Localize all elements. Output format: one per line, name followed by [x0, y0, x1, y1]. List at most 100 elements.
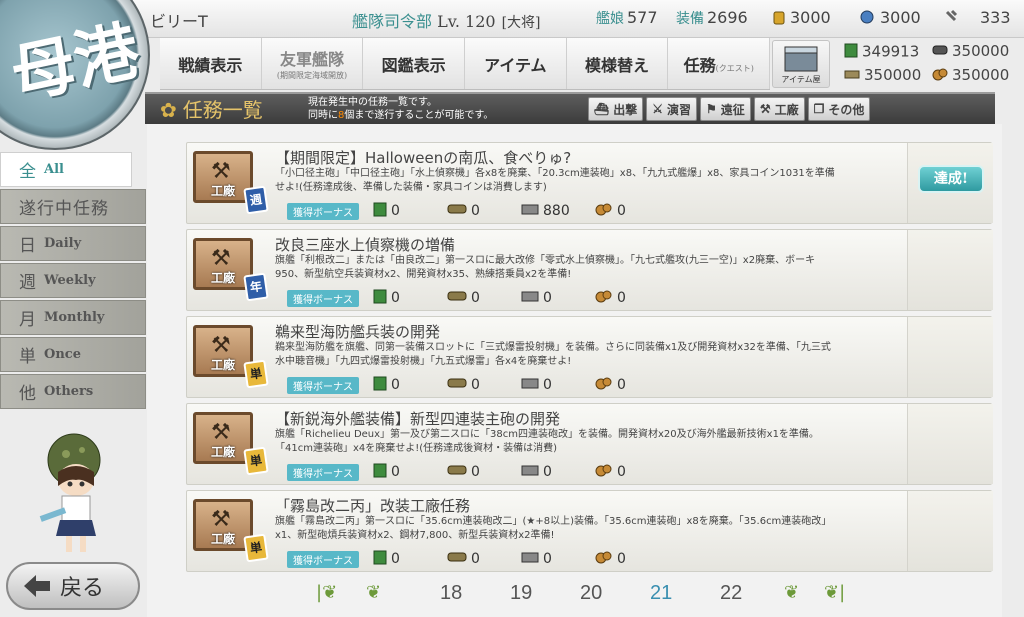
- fuel-count: 349913: [844, 42, 919, 62]
- expedition-icon: ⚑: [706, 102, 717, 116]
- screw-count: 333: [944, 8, 1011, 29]
- tab-others[interactable]: 他 Others: [0, 374, 146, 409]
- page-21[interactable]: 21: [650, 582, 672, 605]
- bauxite-icon: [595, 376, 613, 394]
- quest-row[interactable]: ⚒ 工廠 週 【期間限定】Halloweenの南瓜、食べりゅ? 「小口径主砲」「中…: [186, 142, 993, 224]
- nav-quests[interactable]: 任務(クエスト): [668, 38, 771, 89]
- page-18[interactable]: 18: [440, 582, 462, 605]
- steel-icon: [521, 463, 539, 481]
- tab-ongoing[interactable]: 遂行中任務: [0, 189, 146, 224]
- quest-description: 旗艦「Richelieu Deux」第一及び第二スロに「38cm四連装砲改」を装…: [275, 429, 819, 454]
- quest-row[interactable]: ⚒ 工廠 単 「霧島改二丙」改装工廠任務 旗艦「霧島改二丙」第一スロに「35.6c…: [186, 490, 993, 572]
- filter-expedition[interactable]: ⚑ 遠征: [700, 97, 751, 121]
- filter-exercise[interactable]: ⚔ 演習: [646, 97, 698, 121]
- nav-record[interactable]: 戦績表示: [160, 38, 262, 89]
- first-page-icon[interactable]: |❦: [316, 582, 337, 603]
- devmat-count: 3000: [858, 8, 921, 29]
- reward-bauxite: 0: [595, 550, 665, 568]
- ammo-icon: [447, 464, 467, 480]
- nav-furniture[interactable]: 模様替え: [567, 38, 669, 89]
- book-icon: ❐: [813, 102, 825, 116]
- quest-rewards: 獲得ボーナス 0 0 0 0: [287, 375, 665, 395]
- quest-rewards: 獲得ボーナス 0 0 880 0: [287, 201, 665, 221]
- quest-type-badge: 年: [243, 272, 269, 302]
- quest-description: 旗艦「利根改二」または「由良改二」第一スロに最大改修「零式水上偵察機」。「九七式…: [275, 255, 816, 280]
- reward-bauxite: 0: [595, 289, 665, 307]
- fuel-icon: [844, 42, 858, 62]
- item-shop-button[interactable]: アイテム屋: [772, 40, 830, 88]
- quest-title: 「霧島改二丙」改装工廠任務: [275, 497, 471, 515]
- bonus-label: 獲得ボーナス: [287, 550, 359, 568]
- quest-description: 鵜来型海防艦を旗艦、同第一装備スロットに「三式爆雷投射機」を装備。さらに同装備x…: [275, 342, 831, 367]
- tab-daily[interactable]: 日 Daily: [0, 226, 146, 261]
- quest-row[interactable]: ⚒ 工廠 単 【新鋭海外艦装備】新型四連装主砲の開発 旗艦「Richelieu D…: [186, 403, 993, 485]
- quest-title: 鵜来型海防艦兵装の開発: [275, 323, 441, 341]
- bauxite-icon: [595, 463, 613, 481]
- ship-icon: ⛴: [594, 102, 610, 116]
- quest-description: 「小口径主砲」「中口径主砲」「水上偵察機」各x8を廃棄、「20.3cm連装砲」x…: [275, 168, 835, 193]
- page-title: ✿ 任務一覧: [160, 98, 263, 122]
- ammo-count: 350000: [932, 42, 1009, 61]
- quest-row[interactable]: ⚒ 工廠 単 鵜来型海防艦兵装の開発 鵜来型海防艦を旗艦、同第一装備スロットに「三…: [186, 316, 993, 398]
- quest-type-badge: 単: [243, 533, 269, 563]
- wrench-icon: ⚒: [759, 102, 771, 116]
- ammo-icon: [447, 290, 467, 306]
- bucket-icon: [772, 9, 786, 29]
- quest-status-cell: 達成!: [907, 143, 993, 223]
- fuel-icon: [373, 462, 387, 482]
- tab-once[interactable]: 単 Once: [0, 337, 146, 372]
- hammer-icon: ⚒: [211, 246, 231, 271]
- quest-rewards: 獲得ボーナス 0 0 0 0: [287, 549, 665, 569]
- reward-ammo: 0: [447, 377, 517, 393]
- back-arrow-icon: [24, 575, 50, 597]
- steel-icon: [521, 376, 539, 394]
- quest-description: 旗艦「霧島改二丙」第一スロに「35.6cm連装砲改二」(★+8以上)装備。「35…: [275, 516, 832, 541]
- tab-monthly[interactable]: 月 Monthly: [0, 300, 146, 335]
- quest-category-sidebar: 全 All 遂行中任務 日 Daily 週 Weekly 月 Monthly 単 Once…: [0, 152, 148, 411]
- reward-fuel: 0: [373, 288, 443, 308]
- pagination: |❦ ❦ 18 19 20 21 22 ❦ ❦|: [310, 580, 870, 610]
- exercise-icon: ⚔: [652, 102, 664, 116]
- ammo-icon: [447, 551, 467, 567]
- filter-arsenal[interactable]: ⚒ 工廠: [753, 97, 805, 121]
- devmat-icon: [858, 9, 876, 29]
- steel-icon: [521, 289, 539, 307]
- reward-bauxite: 0: [595, 202, 665, 220]
- back-button[interactable]: 戻る: [6, 562, 140, 610]
- quest-rewards: 獲得ボーナス 0 0 0 0: [287, 288, 665, 308]
- bonus-label: 獲得ボーナス: [287, 376, 359, 394]
- shop-icon: [784, 46, 818, 72]
- page-20[interactable]: 20: [580, 582, 602, 605]
- next-page-icon[interactable]: ❦: [784, 582, 799, 603]
- fuel-icon: [373, 549, 387, 569]
- steel-icon: [521, 550, 539, 568]
- page-22[interactable]: 22: [720, 582, 742, 605]
- bauxite-icon: [932, 67, 948, 85]
- quest-type-badge: 単: [243, 359, 269, 389]
- reward-fuel: 0: [373, 201, 443, 221]
- reward-ammo: 0: [447, 203, 517, 219]
- reward-steel: 0: [521, 463, 591, 481]
- ammo-icon: [447, 377, 467, 393]
- last-page-icon[interactable]: ❦|: [824, 582, 845, 603]
- resource-panel: 349913 350000 350000 350000: [838, 40, 1024, 90]
- nav-encyclopedia[interactable]: 図鑑表示: [363, 38, 466, 89]
- tab-all[interactable]: 全 All: [0, 152, 132, 187]
- reward-ammo: 0: [447, 464, 517, 480]
- quest-rewards: 獲得ボーナス 0 0 0 0: [287, 462, 665, 482]
- quest-status-cell: [907, 230, 993, 310]
- quest-row[interactable]: ⚒ 工廠 年 改良三座水上偵察機の増備 旗艦「利根改二」または「由良改二」第一スロ…: [186, 229, 993, 311]
- bonus-label: 獲得ボーナス: [287, 202, 359, 220]
- filter-sortie[interactable]: ⛴ 出撃: [588, 97, 644, 121]
- tab-weekly[interactable]: 週 Weekly: [0, 263, 146, 298]
- hammer-icon: ⚒: [211, 333, 231, 358]
- nav-items[interactable]: アイテム: [465, 38, 567, 89]
- hq-level: 艦隊司令部 Lv. 120 [大将]: [352, 12, 541, 31]
- page-19[interactable]: 19: [510, 582, 532, 605]
- prev-page-icon[interactable]: ❦: [366, 582, 381, 603]
- achieved-badge[interactable]: 達成!: [918, 165, 984, 193]
- hammer-icon: ⚒: [211, 159, 231, 184]
- bonus-label: 獲得ボーナス: [287, 289, 359, 307]
- nav-friend-fleet[interactable]: 友軍艦隊 (期間限定海域開放): [262, 38, 364, 89]
- filter-other[interactable]: ❐ その他: [807, 97, 871, 121]
